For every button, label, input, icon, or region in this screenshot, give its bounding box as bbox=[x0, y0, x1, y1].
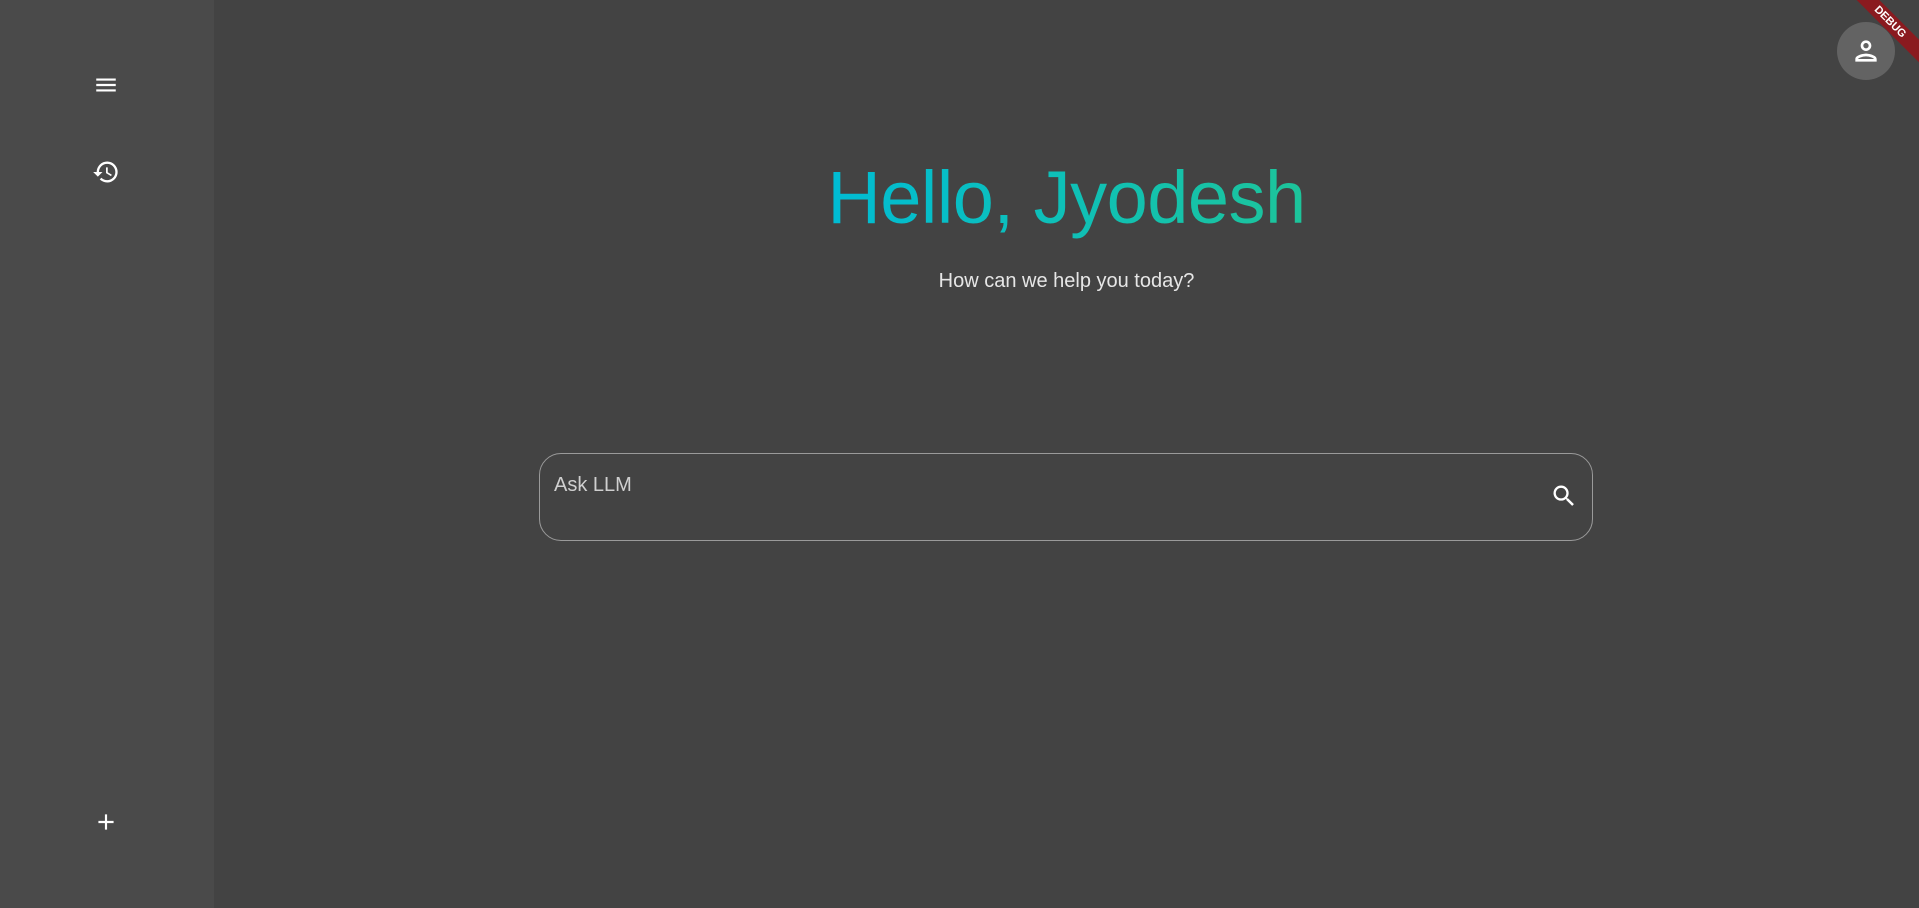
search-box bbox=[539, 453, 1593, 541]
menu-icon bbox=[96, 78, 116, 92]
add-icon bbox=[98, 814, 114, 830]
menu-button[interactable] bbox=[82, 61, 130, 109]
sidebar bbox=[0, 0, 214, 908]
greeting-subtitle: How can we help you today? bbox=[938, 270, 1195, 292]
greeting-title: Hello, Jyodesh bbox=[214, 150, 1919, 246]
search-button[interactable] bbox=[1544, 476, 1584, 516]
greeting-text: Hello, Jyodesh bbox=[827, 156, 1306, 239]
history-icon bbox=[93, 161, 118, 183]
history-button[interactable] bbox=[82, 148, 130, 196]
search-icon bbox=[1553, 485, 1574, 506]
search-input[interactable] bbox=[554, 468, 1514, 502]
app-root: Hello, Jyodesh How can we help you today… bbox=[0, 0, 1919, 908]
main-content: Hello, Jyodesh How can we help you today… bbox=[214, 0, 1919, 908]
person-icon bbox=[1855, 40, 1877, 62]
new-chat-button[interactable] bbox=[82, 798, 130, 846]
profile-avatar-button[interactable] bbox=[1837, 22, 1895, 80]
